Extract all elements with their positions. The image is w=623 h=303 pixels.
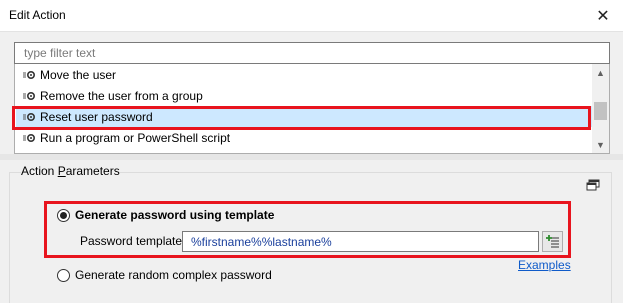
parameters-group-title: Action Parameters [21,164,120,178]
list-item-label: Move the user [40,67,117,82]
list-item-label: Run a program or PowerShell script [40,130,231,145]
password-template-input[interactable] [182,231,539,252]
scroll-up-button[interactable]: ▲ [592,64,609,81]
list-item-run-program[interactable]: Run a program or PowerShell script [16,127,592,148]
list-item-label: Remove the user from a group [40,88,203,103]
chevron-up-icon: ▲ [596,67,605,78]
radio-unselected[interactable] [57,268,70,282]
window-title: Edit Action [9,8,66,22]
actions-list: Move the user Remove the user from a gro… [14,64,610,154]
gear-icon [22,69,36,81]
gear-icon [22,111,36,123]
chevron-down-icon: ▼ [596,139,605,150]
option-random-password[interactable]: Generate random complex password [57,268,272,282]
examples-link[interactable]: Examples [518,258,571,272]
scroll-down-button[interactable]: ▼ [592,136,609,153]
parameters-panel: Action Parameters Generate password usin… [0,160,623,303]
option-label: Generate random complex password [75,268,272,282]
list-item-remove-from-group[interactable]: Remove the user from a group [16,85,592,106]
scroll-thumb[interactable] [594,102,607,120]
gear-icon [22,90,36,102]
list-scrollbar[interactable]: ▲ ▼ [592,64,609,153]
gear-icon [22,132,36,144]
list-item-reset-password[interactable]: Reset user password [16,106,592,127]
insert-property-icon [545,235,559,248]
actions-panel: Move the user Remove the user from a gro… [0,33,623,160]
collapse-panel-icon[interactable] [586,179,600,191]
option-label: Generate password using template [75,208,275,222]
filter-input[interactable] [14,42,610,64]
option-template-password[interactable]: Generate password using template [57,208,274,222]
list-item-move-user[interactable]: Move the user [16,64,592,85]
list-item-label: Reset user password [40,109,153,124]
insert-property-button[interactable] [542,231,563,252]
password-template-label: Password template: [80,234,186,248]
close-icon: ✕ [596,8,610,25]
title-bar: Edit Action ✕ [0,0,623,32]
close-button[interactable]: ✕ [583,0,623,32]
radio-selected[interactable] [57,208,70,222]
